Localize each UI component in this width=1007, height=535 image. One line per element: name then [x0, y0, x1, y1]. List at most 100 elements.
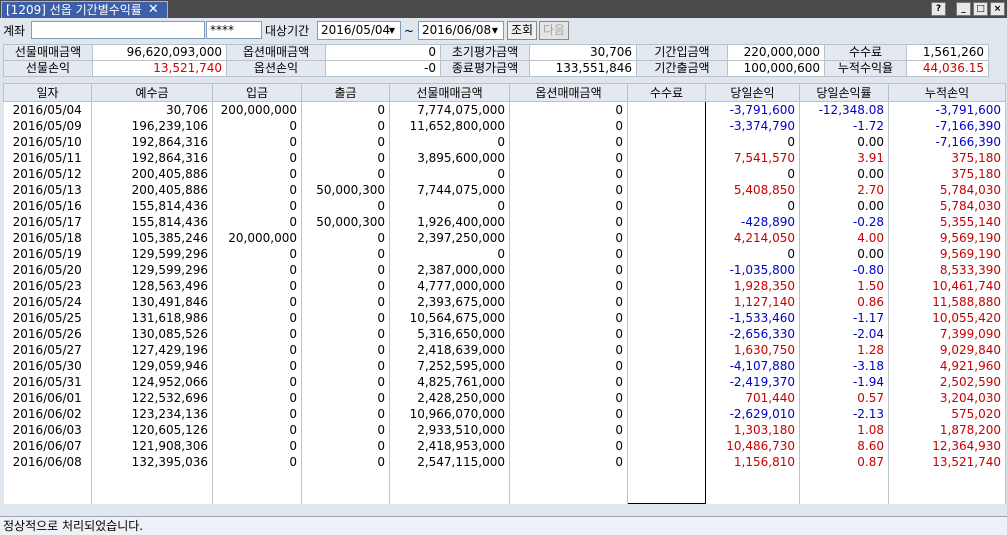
query-button[interactable]: 조회 — [507, 21, 537, 40]
table-row[interactable]: 2016/05/19 129,599,296 0 0 0 0 0 0.00 9,569,190 — [3, 246, 1006, 262]
table-row[interactable]: 2016/05/13 200,405,886 0 50,000,300 7,744,07… — [3, 182, 1006, 198]
table-row[interactable]: 2016/05/09 196,239,106 0 0 11,652,800,000 0 -3… — [3, 118, 1006, 134]
cell-cumulative-pl: 5,355,140 — [888, 214, 1006, 230]
table-row[interactable]: 2016/05/11 192,864,316 0 0 3,895,600,000 0 7,5… — [3, 150, 1006, 166]
cell-fee — [627, 230, 706, 246]
table-row[interactable]: 2016/05/12 200,405,886 0 0 0 0 0 0.00 375,180 — [3, 166, 1006, 182]
table-row[interactable]: 2016/06/07 121,908,306 0 0 2,418,953,000 0 10,… — [3, 438, 1006, 454]
cell-daily-rate: -2.04 — [799, 326, 889, 342]
window-controls: ? _ □ × — [931, 2, 1005, 16]
cell-futures-amount: 11,652,800,000 — [389, 118, 510, 134]
empty-cell — [627, 470, 706, 504]
cell-cumulative-pl: -7,166,390 — [888, 134, 1006, 150]
chevron-down-icon[interactable]: ▼ — [385, 23, 399, 38]
col-header-daily-pl[interactable]: 당일손익 — [705, 83, 800, 102]
col-header-daily-rate[interactable]: 당일손익률 — [799, 83, 889, 102]
cell-options-amount: 0 — [509, 374, 628, 390]
cell-inflow: 0 — [212, 310, 302, 326]
next-button[interactable]: 다음 — [539, 21, 569, 40]
cell-futures-amount: 2,418,953,000 — [389, 438, 510, 454]
cell-deposit: 105,385,246 — [91, 230, 213, 246]
password-input[interactable]: **** — [206, 21, 262, 39]
cell-outflow: 0 — [301, 342, 390, 358]
cell-date: 2016/05/24 — [3, 294, 92, 310]
cell-options-amount: 0 — [509, 422, 628, 438]
col-header-options-amount[interactable]: 옵션매매금액 — [509, 83, 628, 102]
cell-deposit: 129,599,296 — [91, 246, 213, 262]
cell-outflow: 0 — [301, 438, 390, 454]
table-row[interactable]: 2016/05/30 129,059,946 0 0 7,252,595,000 0 -4,… — [3, 358, 1006, 374]
close-button[interactable]: × — [990, 2, 1005, 16]
table-row[interactable]: 2016/05/17 155,814,436 0 50,000,300 1,926,40… — [3, 214, 1006, 230]
minimize-button[interactable]: _ — [956, 2, 971, 16]
cell-options-amount: 0 — [509, 406, 628, 422]
table-row[interactable]: 2016/05/26 130,085,526 0 0 5,316,650,000 0 -2,… — [3, 326, 1006, 342]
table-row[interactable]: 2016/06/01 122,532,696 0 0 2,428,250,000 0 701… — [3, 390, 1006, 406]
cell-daily-rate: 0.00 — [799, 246, 889, 262]
table-row[interactable]: 2016/05/23 128,563,496 0 0 4,777,000,000 0 1,9… — [3, 278, 1006, 294]
cell-deposit: 200,405,886 — [91, 182, 213, 198]
window-tab[interactable]: [1209] 선옵 기간별수익률 ✕ — [1, 1, 168, 18]
summary-value: 44,036.15 — [906, 60, 989, 77]
query-toolbar: 계좌 **** 대상기간 2016/05/04 ▼ ~ 2016/06/08 ▼… — [0, 19, 1007, 43]
restore-button[interactable]: □ — [973, 2, 988, 16]
cell-deposit: 196,239,106 — [91, 118, 213, 134]
cell-options-amount: 0 — [509, 166, 628, 182]
table-row[interactable]: 2016/06/08 132,395,036 0 0 2,547,115,000 0 1,1… — [3, 454, 1006, 470]
col-header-cumulative-pl[interactable]: 누적손익 — [888, 83, 1006, 102]
to-date-select[interactable]: 2016/06/08 ▼ — [418, 21, 504, 40]
cell-inflow: 0 — [212, 150, 302, 166]
cell-daily-rate: -0.28 — [799, 214, 889, 230]
chevron-down-icon[interactable]: ▼ — [488, 23, 502, 38]
cell-daily-rate: 0.86 — [799, 294, 889, 310]
table-row[interactable]: 2016/05/18 105,385,246 20,000,000 0 2,397,25… — [3, 230, 1006, 246]
cell-fee — [627, 358, 706, 374]
tab-close-icon[interactable]: ✕ — [148, 2, 159, 18]
empty-cell — [389, 470, 510, 504]
cell-daily-pl: -3,791,600 — [705, 101, 800, 118]
summary-label: 누적수익율 — [824, 60, 907, 77]
summary-label: 옵션매매금액 — [226, 44, 326, 61]
cell-date: 2016/05/30 — [3, 358, 92, 374]
cell-daily-rate: -0.80 — [799, 262, 889, 278]
col-header-fee[interactable]: 수수료 — [627, 83, 706, 102]
table-row[interactable]: 2016/06/02 123,234,136 0 0 10,966,070,000 0 -2… — [3, 406, 1006, 422]
cell-inflow: 0 — [212, 454, 302, 470]
account-input[interactable] — [31, 21, 205, 39]
col-header-date[interactable]: 일자 — [3, 83, 92, 102]
cell-daily-pl: 0 — [705, 198, 800, 214]
table-row[interactable]: 2016/05/20 129,599,296 0 0 2,387,000,000 0 -1,… — [3, 262, 1006, 278]
help-button[interactable]: ? — [931, 2, 946, 16]
cell-options-amount: 0 — [509, 390, 628, 406]
cell-date: 2016/05/18 — [3, 230, 92, 246]
cell-daily-rate: -2.13 — [799, 406, 889, 422]
cell-futures-amount: 5,316,650,000 — [389, 326, 510, 342]
cell-fee — [627, 214, 706, 230]
table-row[interactable]: 2016/05/25 131,618,986 0 0 10,564,675,000 0 -1… — [3, 310, 1006, 326]
cell-daily-pl: 0 — [705, 134, 800, 150]
cell-deposit: 30,706 — [91, 101, 213, 118]
cell-daily-rate: 1.08 — [799, 422, 889, 438]
summary-label: 선물손익 — [3, 60, 93, 77]
cell-fee — [627, 438, 706, 454]
cell-deposit: 192,864,316 — [91, 150, 213, 166]
col-header-inflow[interactable]: 입금 — [212, 83, 302, 102]
table-row[interactable]: 2016/05/16 155,814,436 0 0 0 0 0 0.00 5,784,030 — [3, 198, 1006, 214]
table-row[interactable]: 2016/05/24 130,491,846 0 0 2,393,675,000 0 1,1… — [3, 294, 1006, 310]
period-label: 대상기간 — [265, 24, 310, 38]
col-header-futures-amount[interactable]: 선물매매금액 — [389, 83, 510, 102]
table-row[interactable]: 2016/05/27 127,429,196 0 0 2,418,639,000 0 1,6… — [3, 342, 1006, 358]
from-date-select[interactable]: 2016/05/04 ▼ — [317, 21, 401, 40]
cell-daily-rate: 1.50 — [799, 278, 889, 294]
col-header-deposit[interactable]: 예수금 — [91, 83, 213, 102]
col-header-outflow[interactable]: 출금 — [301, 83, 390, 102]
cell-options-amount: 0 — [509, 118, 628, 134]
cell-cumulative-pl: 7,399,090 — [888, 326, 1006, 342]
cell-date: 2016/05/12 — [3, 166, 92, 182]
table-row[interactable]: 2016/05/31 124,952,066 0 0 4,825,761,000 0 -2,… — [3, 374, 1006, 390]
cell-futures-amount: 4,825,761,000 — [389, 374, 510, 390]
table-row[interactable]: 2016/05/10 192,864,316 0 0 0 0 0 0.00 -7,166,390 — [3, 134, 1006, 150]
table-row[interactable]: 2016/05/04 30,706 200,000,000 0 7,774,075,00… — [3, 101, 1006, 118]
cell-daily-pl: 701,440 — [705, 390, 800, 406]
table-row[interactable]: 2016/06/03 120,605,126 0 0 2,933,510,000 0 1,3… — [3, 422, 1006, 438]
